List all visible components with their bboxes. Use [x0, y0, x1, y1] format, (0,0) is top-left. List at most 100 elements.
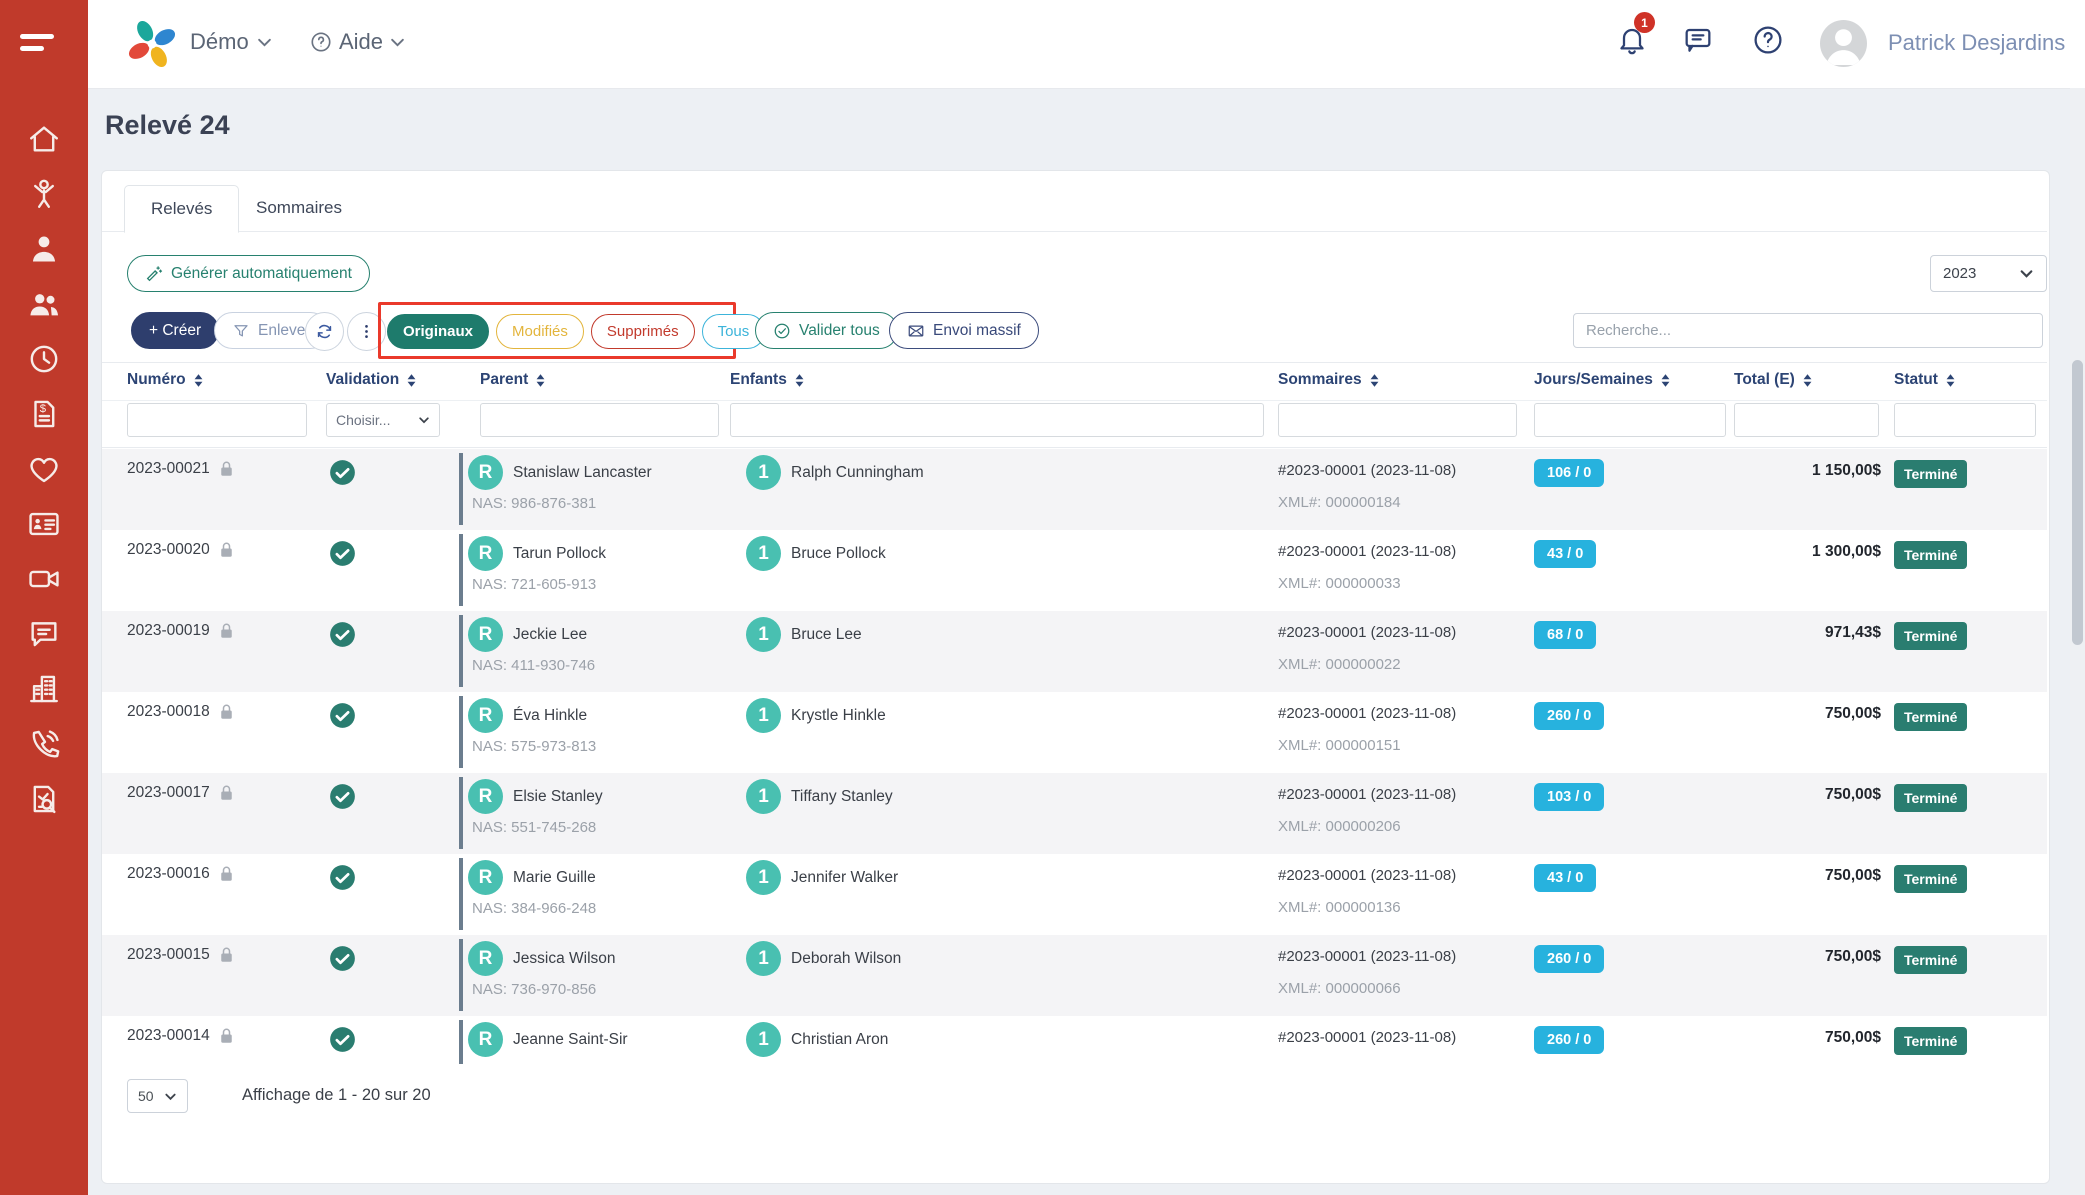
- child-avatar: 1: [746, 779, 781, 814]
- table-row[interactable]: 2023-00021 R Stanislaw Lancaster NAS: 98…: [102, 449, 2047, 530]
- year-select[interactable]: 2023: [1930, 255, 2047, 292]
- table-row[interactable]: 2023-00017 R Elsie Stanley NAS: 551-745-…: [102, 773, 2047, 854]
- sidebar-item-building-icon[interactable]: [27, 672, 61, 706]
- sidebar-item-heart-icon[interactable]: [27, 452, 61, 486]
- table-row[interactable]: 2023-00015 R Jessica Wilson NAS: 736-970…: [102, 935, 2047, 1016]
- table-row[interactable]: 2023-00019 R Jeckie Lee NAS: 411-930-746…: [102, 611, 2047, 692]
- parent-nas: NAS: 986-876-381: [472, 495, 596, 512]
- column-header-sommaires[interactable]: Sommaires: [1278, 371, 1380, 389]
- filter-sommaires-input[interactable]: [1278, 403, 1517, 437]
- envelope-icon: [907, 322, 925, 340]
- table-row[interactable]: 2023-00016 R Marie Guille NAS: 384-966-2…: [102, 854, 2047, 935]
- sidebar-item-home-icon[interactable]: [27, 122, 61, 156]
- pagination-info: Affichage de 1 - 20 sur 20: [242, 1086, 431, 1105]
- user-name[interactable]: Patrick Desjardins: [1888, 30, 2065, 56]
- parent-name: Jeanne Saint-Sir: [513, 1031, 628, 1049]
- sidebar-item-video-icon[interactable]: [27, 562, 61, 596]
- help-circle-icon[interactable]: [1752, 24, 1784, 56]
- validate-all-button[interactable]: Valider tous: [755, 312, 898, 349]
- filter-total-input[interactable]: [1734, 403, 1879, 437]
- help-menu[interactable]: Aide: [310, 29, 405, 55]
- parent-cell-divider: [459, 777, 463, 849]
- chevron-down-icon: [257, 35, 272, 50]
- child-name: Ralph Cunningham: [791, 464, 924, 482]
- parent-cell-divider: [459, 615, 463, 687]
- table-row[interactable]: 2023-00020 R Tarun Pollock NAS: 721-605-…: [102, 530, 2047, 611]
- sidebar-item-clock-icon[interactable]: [27, 342, 61, 376]
- column-header-jours-semaines[interactable]: Jours/Semaines: [1534, 371, 1671, 389]
- parent-cell-divider: [459, 858, 463, 930]
- svg-text:$: $: [40, 403, 47, 415]
- column-header-total[interactable]: Total (E): [1734, 371, 1813, 389]
- filter-jours-input[interactable]: [1534, 403, 1726, 437]
- tab-releves[interactable]: Relevés: [124, 185, 239, 233]
- row-numero: 2023-00016: [127, 865, 234, 883]
- page-size-select[interactable]: 50: [127, 1079, 188, 1113]
- generate-automatically-button[interactable]: Générer automatiquement: [127, 255, 370, 292]
- page-title: Relevé 24: [105, 110, 230, 141]
- menu-hamburger-icon[interactable]: [20, 34, 60, 58]
- scrollbar-thumb[interactable]: [2072, 360, 2083, 645]
- table-row[interactable]: 2023-00018 R Éva Hinkle NAS: 575-973-813…: [102, 692, 2047, 773]
- status-badge: Terminé: [1894, 784, 1967, 812]
- days-weeks-badge: 260 / 0: [1534, 1026, 1604, 1054]
- chevron-down-icon: [390, 35, 405, 50]
- table-row[interactable]: 2023-00014 R Jeanne Saint-Sir 1 Christia…: [102, 1016, 2047, 1064]
- sort-icon: [1802, 373, 1813, 388]
- column-header-validation[interactable]: Validation: [326, 371, 417, 389]
- parent-avatar: R: [468, 779, 503, 814]
- column-header-numero[interactable]: Numéro: [127, 371, 204, 389]
- sidebar-item-id-card-icon[interactable]: [27, 507, 61, 541]
- sommaire-xml: XML#: 000000151: [1278, 737, 1401, 754]
- mass-send-button[interactable]: Envoi massif: [889, 312, 1039, 349]
- days-weeks-badge: 103 / 0: [1534, 783, 1604, 811]
- page-scrollbar[interactable]: [2070, 88, 2085, 1195]
- sort-icon: [406, 373, 417, 388]
- filter-validation-select[interactable]: Choisir...: [326, 403, 440, 437]
- column-header-enfants[interactable]: Enfants: [730, 371, 805, 389]
- column-header-parent[interactable]: Parent: [480, 371, 546, 389]
- validated-check-icon: [329, 1026, 356, 1053]
- child-name: Bruce Pollock: [791, 545, 886, 563]
- filter-statut-input[interactable]: [1894, 403, 2036, 437]
- sort-icon: [1369, 373, 1380, 388]
- brand-label: Démo: [190, 29, 249, 55]
- sidebar-item-child-icon[interactable]: [27, 177, 61, 211]
- magic-wand-icon: [145, 265, 163, 283]
- parent-name: Elsie Stanley: [513, 788, 603, 806]
- parent-avatar: R: [468, 941, 503, 976]
- lock-icon: [219, 865, 234, 883]
- sidebar-item-chat-icon[interactable]: [27, 617, 61, 651]
- sidebar-item-phone-icon[interactable]: [27, 727, 61, 761]
- parent-name: Jeckie Lee: [513, 626, 587, 644]
- messages-icon[interactable]: [1682, 24, 1714, 56]
- user-avatar[interactable]: [1820, 20, 1867, 67]
- brand-menu[interactable]: Démo: [190, 29, 272, 55]
- filter-enfants-input[interactable]: [730, 403, 1264, 437]
- filter-pill-modifiés[interactable]: Modifiés: [496, 314, 584, 349]
- create-button[interactable]: + Créer: [131, 312, 219, 349]
- parent-nas: NAS: 384-966-248: [472, 900, 596, 917]
- parent-name: Marie Guille: [513, 869, 596, 887]
- refresh-button[interactable]: [305, 312, 344, 351]
- parent-nas: NAS: 736-970-856: [472, 981, 596, 998]
- filter-numero-input[interactable]: [127, 403, 307, 437]
- filter-pill-originaux[interactable]: Originaux: [387, 314, 489, 349]
- sidebar-item-people-icon[interactable]: [27, 287, 61, 321]
- search-input[interactable]: [1573, 313, 2043, 348]
- tab-sommaires[interactable]: Sommaires: [230, 185, 368, 231]
- validated-check-icon: [329, 783, 356, 810]
- sidebar-item-invoice-icon[interactable]: $: [27, 397, 61, 431]
- filter-pill-supprimés[interactable]: Supprimés: [591, 314, 695, 349]
- child-avatar: 1: [746, 617, 781, 652]
- sidebar-item-report-search-icon[interactable]: [27, 782, 61, 816]
- sommaire-ref: #2023-00001 (2023-11-08): [1278, 624, 1456, 641]
- content-card: Relevés Sommaires Générer automatiquemen…: [101, 170, 2050, 1184]
- filter-parent-input[interactable]: [480, 403, 719, 437]
- app-logo-icon: [126, 18, 178, 70]
- column-header-statut[interactable]: Statut: [1894, 371, 1956, 389]
- child-name: Bruce Lee: [791, 626, 862, 644]
- sidebar-item-educator-icon[interactable]: [27, 232, 61, 266]
- row-total: 971,43$: [1825, 624, 1881, 642]
- sommaire-xml: XML#: 000000022: [1278, 656, 1401, 673]
